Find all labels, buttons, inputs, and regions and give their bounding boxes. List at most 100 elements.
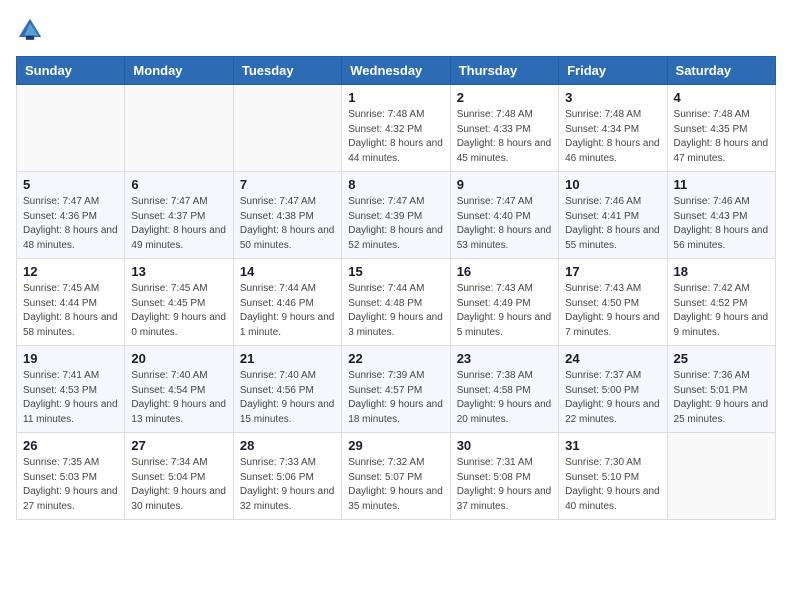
calendar-cell: 6Sunrise: 7:47 AM Sunset: 4:37 PM Daylig… <box>125 172 233 259</box>
calendar-cell: 9Sunrise: 7:47 AM Sunset: 4:40 PM Daylig… <box>450 172 558 259</box>
day-info: Sunrise: 7:48 AM Sunset: 4:35 PM Dayligh… <box>674 108 769 166</box>
day-info: Sunrise: 7:40 AM Sunset: 4:56 PM Dayligh… <box>240 369 335 427</box>
day-info: Sunrise: 7:47 AM Sunset: 4:36 PM Dayligh… <box>23 195 118 253</box>
calendar-cell: 10 Sunrise: 7:46 AM Sunset: 4:41 PM Dayli… <box>559 172 667 259</box>
day-number: 30 <box>457 438 552 453</box>
day-number: 9 <box>457 177 552 192</box>
weekday-header-saturday: Saturday <box>667 57 775 85</box>
day-info: Sunrise: 7:37 AM Sunset: 5:00 PM Dayligh… <box>565 369 660 427</box>
day-number: 20 <box>131 351 226 366</box>
day-number: 22 <box>348 351 443 366</box>
calendar-cell: 22Sunrise: 7:39 AM Sunset: 4:57 PM Dayli… <box>342 346 450 433</box>
day-number: 8 <box>348 177 443 192</box>
day-info: Sunrise: 7:36 AM Sunset: 5:01 PM Dayligh… <box>674 369 769 427</box>
calendar-cell <box>125 85 233 172</box>
calendar-cell: 17 Sunrise: 7:43 AM Sunset: 4:50 PM Dayli… <box>559 259 667 346</box>
calendar-cell: 28 Sunrise: 7:33 AM Sunset: 5:06 PM Dayli… <box>233 433 341 520</box>
day-info: Sunrise: 7:48 AM Sunset: 4:34 PM Dayligh… <box>565 108 660 166</box>
calendar-cell <box>667 433 775 520</box>
day-number: 3 <box>565 90 660 105</box>
day-number: 1 <box>348 90 443 105</box>
day-number: 13 <box>131 264 226 279</box>
day-number: 31 <box>565 438 660 453</box>
day-info: Sunrise: 7:33 AM Sunset: 5:06 PM Dayligh… <box>240 456 335 514</box>
calendar-cell: 11 Sunrise: 7:46 AM Sunset: 4:43 PM Dayli… <box>667 172 775 259</box>
day-number: 18 <box>674 264 769 279</box>
weekday-header-sunday: Sunday <box>17 57 125 85</box>
calendar-cell <box>17 85 125 172</box>
calendar-cell: 13 Sunrise: 7:45 AM Sunset: 4:45 PM Dayli… <box>125 259 233 346</box>
logo-icon <box>16 16 44 44</box>
day-number: 26 <box>23 438 118 453</box>
weekday-header-row: SundayMondayTuesdayWednesdayThursdayFrid… <box>17 57 776 85</box>
day-number: 29 <box>348 438 443 453</box>
calendar-cell: 4Sunrise: 7:48 AM Sunset: 4:35 PM Daylig… <box>667 85 775 172</box>
calendar-cell: 5 Sunrise: 7:47 AM Sunset: 4:36 PM Daylig… <box>17 172 125 259</box>
calendar-cell: 30 Sunrise: 7:31 AM Sunset: 5:08 PM Dayli… <box>450 433 558 520</box>
day-info: Sunrise: 7:41 AM Sunset: 4:53 PM Dayligh… <box>23 369 118 427</box>
calendar-cell: 23Sunrise: 7:38 AM Sunset: 4:58 PM Dayli… <box>450 346 558 433</box>
calendar-cell: 14 Sunrise: 7:44 AM Sunset: 4:46 PM Dayli… <box>233 259 341 346</box>
day-info: Sunrise: 7:46 AM Sunset: 4:41 PM Dayligh… <box>565 195 660 253</box>
calendar-cell: 16 Sunrise: 7:43 AM Sunset: 4:49 PM Dayli… <box>450 259 558 346</box>
day-info: Sunrise: 7:32 AM Sunset: 5:07 PM Dayligh… <box>348 456 443 514</box>
day-number: 2 <box>457 90 552 105</box>
calendar-cell: 29 Sunrise: 7:32 AM Sunset: 5:07 PM Dayli… <box>342 433 450 520</box>
week-row-1: 1 Sunrise: 7:48 AM Sunset: 4:32 PM Daylig… <box>17 85 776 172</box>
day-info: Sunrise: 7:35 AM Sunset: 5:03 PM Dayligh… <box>23 456 118 514</box>
calendar-cell: 25 Sunrise: 7:36 AM Sunset: 5:01 PM Dayli… <box>667 346 775 433</box>
calendar-cell: 20 Sunrise: 7:40 AM Sunset: 4:54 PM Dayli… <box>125 346 233 433</box>
day-number: 16 <box>457 264 552 279</box>
day-info: Sunrise: 7:34 AM Sunset: 5:04 PM Dayligh… <box>131 456 226 514</box>
day-number: 15 <box>348 264 443 279</box>
calendar-cell: 26 Sunrise: 7:35 AM Sunset: 5:03 PM Dayli… <box>17 433 125 520</box>
week-row-4: 19 Sunrise: 7:41 AM Sunset: 4:53 PM Dayli… <box>17 346 776 433</box>
calendar-cell: 15 Sunrise: 7:44 AM Sunset: 4:48 PM Dayli… <box>342 259 450 346</box>
day-number: 11 <box>674 177 769 192</box>
calendar-cell: 24Sunrise: 7:37 AM Sunset: 5:00 PM Dayli… <box>559 346 667 433</box>
calendar-cell: 18 Sunrise: 7:42 AM Sunset: 4:52 PM Dayli… <box>667 259 775 346</box>
day-info: Sunrise: 7:31 AM Sunset: 5:08 PM Dayligh… <box>457 456 552 514</box>
day-info: Sunrise: 7:45 AM Sunset: 4:45 PM Dayligh… <box>131 282 226 340</box>
day-number: 19 <box>23 351 118 366</box>
calendar-cell: 21Sunrise: 7:40 AM Sunset: 4:56 PM Dayli… <box>233 346 341 433</box>
day-info: Sunrise: 7:45 AM Sunset: 4:44 PM Dayligh… <box>23 282 118 340</box>
week-row-2: 5 Sunrise: 7:47 AM Sunset: 4:36 PM Daylig… <box>17 172 776 259</box>
day-number: 27 <box>131 438 226 453</box>
day-info: Sunrise: 7:43 AM Sunset: 4:50 PM Dayligh… <box>565 282 660 340</box>
calendar-cell: 1 Sunrise: 7:48 AM Sunset: 4:32 PM Daylig… <box>342 85 450 172</box>
logo <box>16 16 48 44</box>
day-info: Sunrise: 7:42 AM Sunset: 4:52 PM Dayligh… <box>674 282 769 340</box>
calendar-cell: 7 Sunrise: 7:47 AM Sunset: 4:38 PM Daylig… <box>233 172 341 259</box>
calendar-cell: 31 Sunrise: 7:30 AM Sunset: 5:10 PM Dayli… <box>559 433 667 520</box>
day-info: Sunrise: 7:43 AM Sunset: 4:49 PM Dayligh… <box>457 282 552 340</box>
day-number: 25 <box>674 351 769 366</box>
calendar-cell: 12 Sunrise: 7:45 AM Sunset: 4:44 PM Dayli… <box>17 259 125 346</box>
day-info: Sunrise: 7:40 AM Sunset: 4:54 PM Dayligh… <box>131 369 226 427</box>
weekday-header-friday: Friday <box>559 57 667 85</box>
day-number: 10 <box>565 177 660 192</box>
weekday-header-tuesday: Tuesday <box>233 57 341 85</box>
calendar-cell: 8Sunrise: 7:47 AM Sunset: 4:39 PM Daylig… <box>342 172 450 259</box>
day-number: 28 <box>240 438 335 453</box>
calendar-cell <box>233 85 341 172</box>
day-info: Sunrise: 7:48 AM Sunset: 4:32 PM Dayligh… <box>348 108 443 166</box>
weekday-header-monday: Monday <box>125 57 233 85</box>
day-number: 17 <box>565 264 660 279</box>
calendar-cell: 27 Sunrise: 7:34 AM Sunset: 5:04 PM Dayli… <box>125 433 233 520</box>
calendar-cell: 2Sunrise: 7:48 AM Sunset: 4:33 PM Daylig… <box>450 85 558 172</box>
day-info: Sunrise: 7:44 AM Sunset: 4:46 PM Dayligh… <box>240 282 335 340</box>
day-number: 14 <box>240 264 335 279</box>
day-number: 7 <box>240 177 335 192</box>
day-number: 12 <box>23 264 118 279</box>
week-row-5: 26 Sunrise: 7:35 AM Sunset: 5:03 PM Dayli… <box>17 433 776 520</box>
day-info: Sunrise: 7:46 AM Sunset: 4:43 PM Dayligh… <box>674 195 769 253</box>
day-info: Sunrise: 7:30 AM Sunset: 5:10 PM Dayligh… <box>565 456 660 514</box>
day-number: 5 <box>23 177 118 192</box>
week-row-3: 12 Sunrise: 7:45 AM Sunset: 4:44 PM Dayli… <box>17 259 776 346</box>
day-info: Sunrise: 7:47 AM Sunset: 4:38 PM Dayligh… <box>240 195 335 253</box>
calendar-cell: 3 Sunrise: 7:48 AM Sunset: 4:34 PM Daylig… <box>559 85 667 172</box>
weekday-header-wednesday: Wednesday <box>342 57 450 85</box>
day-info: Sunrise: 7:44 AM Sunset: 4:48 PM Dayligh… <box>348 282 443 340</box>
day-number: 6 <box>131 177 226 192</box>
